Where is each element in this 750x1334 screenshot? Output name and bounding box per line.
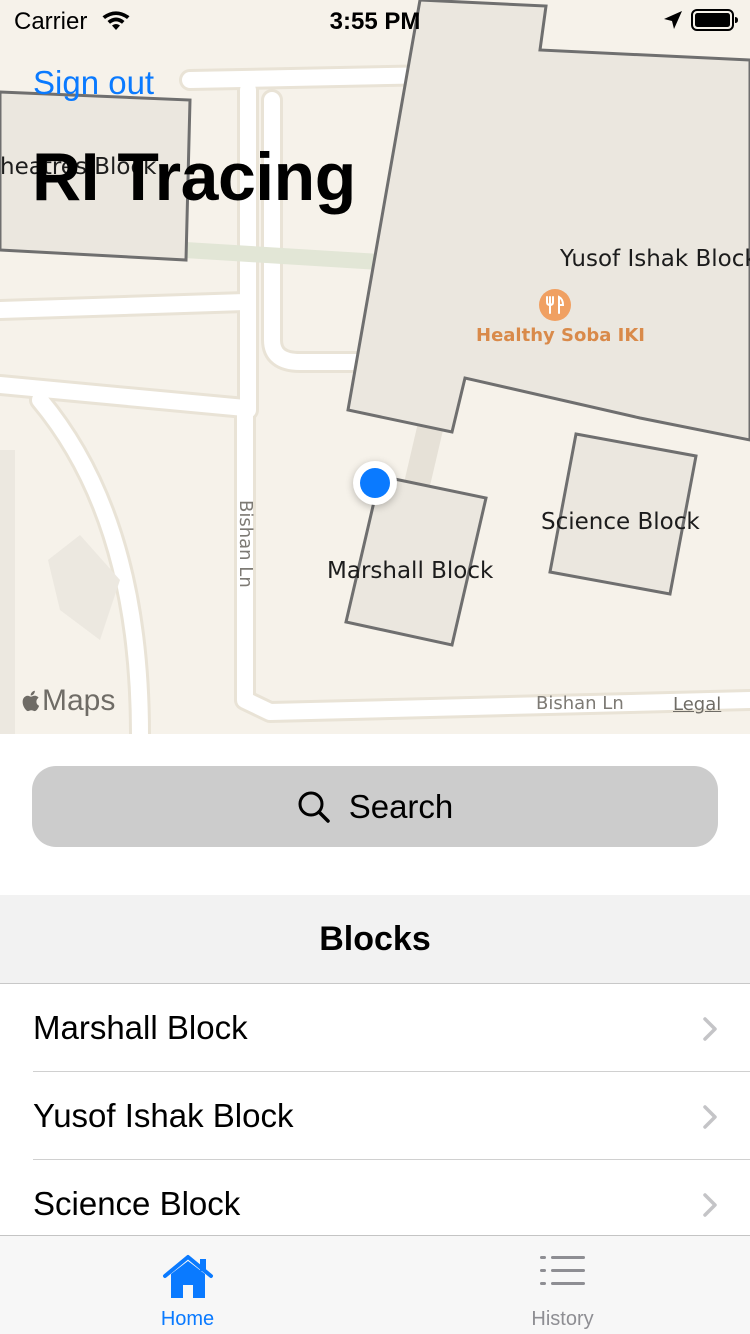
clock-label: 3:55 PM <box>329 8 421 35</box>
apple-logo-icon <box>22 690 40 712</box>
map-label-science-block: Science Block <box>541 509 700 535</box>
user-location-dot <box>353 461 397 505</box>
page-title: RI Tracing <box>32 139 356 215</box>
map-label-marshall-block: Marshall Block <box>327 558 494 584</box>
tab-home[interactable]: Home <box>0 1236 375 1334</box>
maps-brand-label: Maps <box>42 684 116 717</box>
blocks-header-title: Blocks <box>319 919 431 958</box>
list-icon <box>539 1256 585 1285</box>
list-item-marshall-block[interactable]: Marshall Block <box>0 984 750 1072</box>
sign-out-button[interactable]: Sign out <box>33 64 154 102</box>
apple-maps-logo: Maps <box>20 684 115 718</box>
list-item-yusof-ishak-block[interactable]: Yusof Ishak Block <box>0 1072 750 1160</box>
legal-link[interactable]: Legal <box>673 694 721 715</box>
search-label: Search <box>348 787 454 825</box>
road-label-bishan-ln-vertical: Bishan Ln <box>235 500 256 588</box>
search-button[interactable]: Search <box>32 766 718 847</box>
fork-knife-icon <box>546 295 565 314</box>
list-item-label: Science Block <box>33 1185 241 1222</box>
chevron-right-icon <box>703 1017 717 1041</box>
restaurant-icon[interactable] <box>539 289 571 321</box>
map-base <box>0 0 750 734</box>
house-icon <box>162 1255 213 1298</box>
location-arrow-icon <box>664 11 682 29</box>
status-bar: Carrier 3:55 PM <box>0 0 750 40</box>
blocks-list: Marshall Block Yusof Ishak Block Science… <box>0 984 750 1248</box>
tab-home-label: Home <box>160 1308 215 1330</box>
tab-bar: Home History <box>0 1235 750 1334</box>
road-label-bishan-ln: Bishan Ln <box>536 693 624 714</box>
battery-icon <box>691 9 738 31</box>
list-item-label: Marshall Block <box>33 1009 248 1046</box>
poi-label-healthy-soba: Healthy Soba IKI <box>476 325 645 346</box>
search-icon <box>298 791 330 823</box>
chevron-right-icon <box>703 1105 717 1129</box>
tab-history[interactable]: History <box>375 1236 750 1334</box>
tab-history-label: History <box>531 1308 594 1330</box>
list-item-label: Yusof Ishak Block <box>33 1097 294 1134</box>
map-view[interactable]: heatres Block Yusof Ishak Block Science … <box>0 0 750 734</box>
map-label-yusof-ishak-block: Yusof Ishak Block <box>560 246 750 272</box>
blocks-section-header: Blocks <box>0 895 750 984</box>
chevron-right-icon <box>703 1193 717 1217</box>
